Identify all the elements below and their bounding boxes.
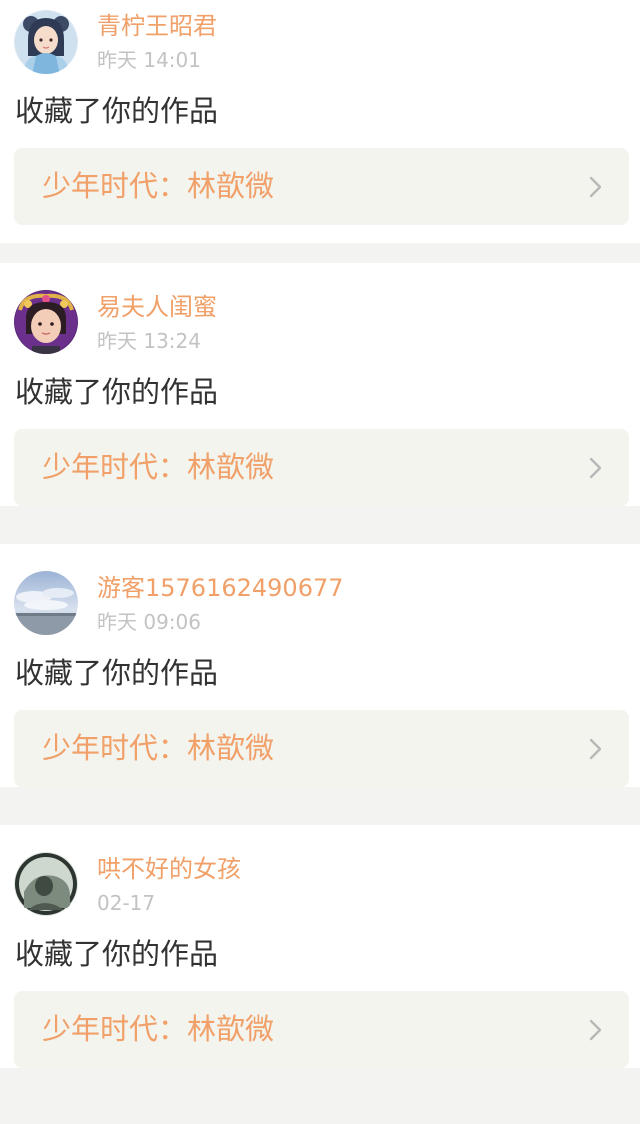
- work-link[interactable]: 少年时代：林歆微: [14, 710, 629, 787]
- notification-card: 易夫人闺蜜 昨天 13:24 收藏了你的作品 少年时代：林歆微: [0, 263, 640, 506]
- action-text: 收藏了你的作品: [15, 94, 219, 128]
- action-text: 收藏了你的作品: [15, 937, 219, 971]
- username[interactable]: 游客1576162490677: [97, 572, 344, 604]
- username[interactable]: 易夫人闺蜜: [97, 291, 217, 323]
- avatar-portrait-icon[interactable]: [14, 852, 78, 916]
- avatar-sky-landscape-icon[interactable]: [14, 571, 78, 635]
- chevron-right-icon: [589, 1019, 603, 1041]
- timestamp: 昨天 09:06: [97, 610, 201, 634]
- timestamp: 昨天 14:01: [97, 48, 201, 72]
- work-title: 少年时代：林歆微: [42, 450, 275, 484]
- notification-card: 游客1576162490677 昨天 09:06 收藏了你的作品 少年时代：林歆…: [0, 544, 640, 787]
- notification-feed: 青柠王昭君 昨天 14:01 收藏了你的作品 少年时代：林歆微 易夫人闺蜜 昨天…: [0, 0, 640, 1124]
- username[interactable]: 青柠王昭君: [97, 10, 217, 42]
- avatar-girl-photo-icon[interactable]: [14, 290, 78, 354]
- work-title: 少年时代：林歆微: [42, 169, 275, 203]
- chevron-right-icon: [589, 457, 603, 479]
- work-title: 少年时代：林歆微: [42, 1012, 275, 1046]
- work-link[interactable]: 少年时代：林歆微: [14, 148, 629, 225]
- timestamp: 02-17: [97, 891, 156, 915]
- action-text: 收藏了你的作品: [15, 375, 219, 409]
- chevron-right-icon: [589, 176, 603, 198]
- notification-card: 哄不好的女孩 02-17 收藏了你的作品 少年时代：林歆微: [0, 825, 640, 1068]
- work-link[interactable]: 少年时代：林歆微: [14, 991, 629, 1068]
- notification-card: 青柠王昭君 昨天 14:01 收藏了你的作品 少年时代：林歆微: [0, 0, 640, 243]
- action-text: 收藏了你的作品: [15, 656, 219, 690]
- work-title: 少年时代：林歆微: [42, 731, 275, 765]
- work-link[interactable]: 少年时代：林歆微: [14, 429, 629, 506]
- username[interactable]: 哄不好的女孩: [97, 853, 241, 885]
- avatar-anime-girl-icon[interactable]: [14, 10, 78, 74]
- chevron-right-icon: [589, 738, 603, 760]
- timestamp: 昨天 13:24: [97, 329, 201, 353]
